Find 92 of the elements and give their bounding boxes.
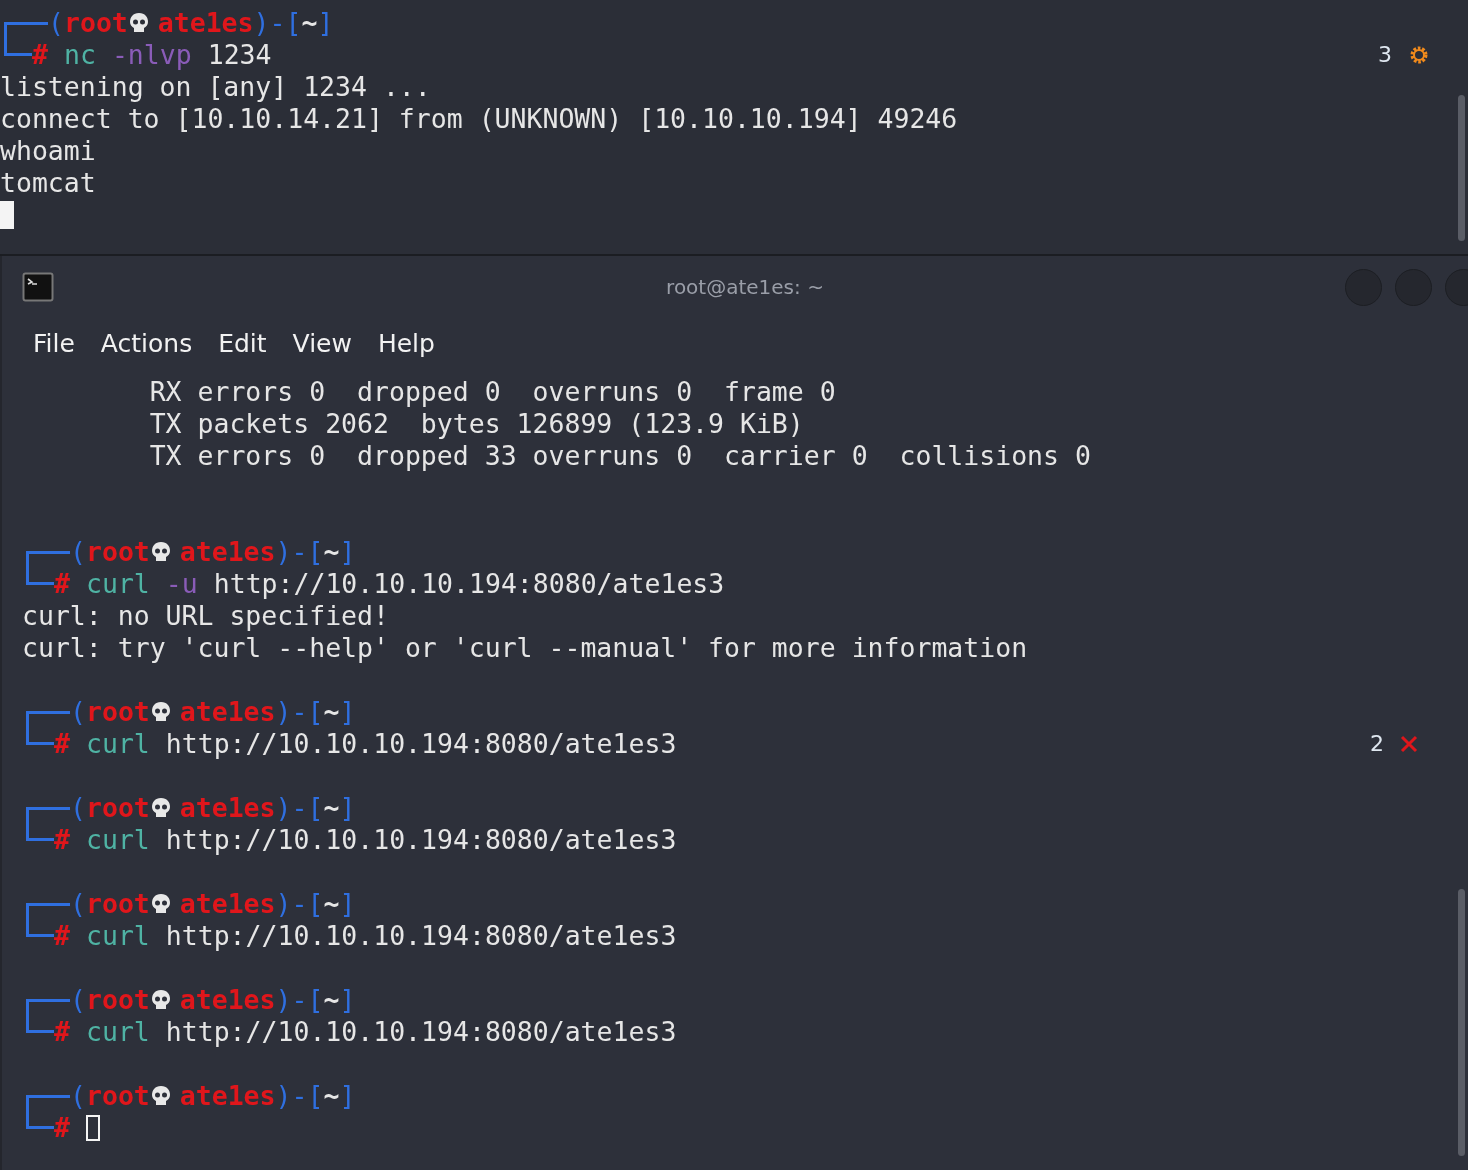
menu-item[interactable]: Edit — [205, 324, 280, 362]
close-icon — [1400, 735, 1418, 753]
prompt-directory: ~ — [323, 1080, 340, 1112]
command-token: -nlvp — [111, 39, 192, 71]
prompt-directory: ~ — [323, 888, 340, 920]
output-line: TX errors 0 dropped 33 overruns 0 carrier 0 collisions 0 — [148, 440, 1091, 472]
skull-icon — [149, 541, 172, 563]
prompt-hash: # — [54, 1112, 70, 1144]
prompt-host: ate1es — [179, 696, 276, 728]
menu-item[interactable]: Actions — [87, 324, 206, 362]
prompt-paren: ( — [70, 984, 86, 1016]
prompt-directory: ~ — [323, 984, 340, 1016]
prompt-directory: ~ — [323, 696, 340, 728]
scrollbar[interactable] — [1458, 95, 1465, 241]
window-title: root@ate1es: ~ — [666, 275, 824, 299]
command-token: http://10.10.10.194:8080/ate1es3 — [165, 824, 677, 856]
command-token: http://10.10.10.194:8080/ate1es3 — [213, 568, 725, 600]
job-count: 3 — [1378, 41, 1392, 69]
prompt-directory: ~ — [323, 792, 340, 824]
prompt-user: root — [85, 984, 150, 1016]
prompt-paren: ( — [70, 696, 86, 728]
prompt-host: ate1es — [179, 984, 276, 1016]
output-line: RX errors 0 dropped 0 overruns 0 frame 0 — [148, 376, 836, 408]
output-line: connect to [10.10.14.21] from (UNKNOWN) [10.10.10.194] 49246 — [0, 103, 958, 135]
skull-icon — [149, 989, 172, 1011]
prompt-paren: ( — [70, 1080, 86, 1112]
prompt-user: root — [63, 7, 128, 39]
prompt-paren: ] — [339, 696, 356, 728]
prompt-host: ate1es — [179, 536, 276, 568]
menu-item[interactable]: Help — [364, 324, 448, 362]
prompt-host: ate1es — [157, 7, 254, 39]
prompt-paren: ( — [70, 792, 86, 824]
prompt-hash: # — [54, 824, 70, 856]
command-token: http://10.10.10.194:8080/ate1es3 — [165, 1016, 677, 1048]
output-line: tomcat — [0, 167, 96, 199]
command-token: http://10.10.10.194:8080/ate1es3 — [165, 728, 677, 760]
terminal-icon — [22, 272, 54, 302]
prompt-user: root — [85, 696, 150, 728]
skull-icon — [127, 12, 150, 34]
prompt-paren: ( — [48, 7, 64, 39]
prompt-user: root — [85, 536, 150, 568]
prompt-user: root — [85, 888, 150, 920]
prompt-paren: )-[ — [275, 792, 324, 824]
prompt-paren: )-[ — [253, 7, 302, 39]
prompt-host: ate1es — [179, 792, 276, 824]
command-token: nc — [63, 39, 96, 71]
command-token: curl — [85, 920, 150, 952]
command-token: -u — [165, 568, 198, 600]
prompt-user: root — [85, 1080, 150, 1112]
prompt-paren: ] — [339, 536, 356, 568]
prompt-hash: # — [54, 728, 70, 760]
prompt-host: ate1es — [179, 888, 276, 920]
command-token: curl — [85, 1016, 150, 1048]
command-token: http://10.10.10.194:8080/ate1es3 — [165, 920, 677, 952]
skull-icon — [149, 1085, 172, 1107]
prompt-paren: ] — [317, 7, 334, 39]
prompt-paren: )-[ — [275, 984, 324, 1016]
output-line: whoami — [0, 135, 96, 167]
prompt-directory: ~ — [323, 536, 340, 568]
prompt-directory: ~ — [301, 7, 318, 39]
skull-icon — [149, 797, 172, 819]
command-token: curl — [85, 568, 150, 600]
prompt-paren: ( — [70, 536, 86, 568]
output-line: curl: try 'curl --help' or 'curl --manual' for more information — [22, 632, 1028, 664]
prompt-hash: # — [32, 39, 48, 71]
menu-item[interactable]: View — [279, 324, 365, 362]
prompt-paren: )-[ — [275, 1080, 324, 1112]
command-token: curl — [85, 728, 150, 760]
skull-icon — [149, 893, 172, 915]
prompt-paren: )-[ — [275, 536, 324, 568]
prompt-paren: ] — [339, 1080, 356, 1112]
output-line: listening on [any] 1234 ... — [0, 71, 431, 103]
prompt-paren: )-[ — [275, 888, 324, 920]
prompt-paren: )-[ — [275, 696, 324, 728]
prompt-hash: # — [54, 568, 70, 600]
prompt-paren: ] — [339, 984, 356, 1016]
prompt-host: ate1es — [179, 1080, 276, 1112]
command-token: 1234 — [207, 39, 272, 71]
prompt-hash: # — [54, 920, 70, 952]
exit-code: 2 — [1370, 730, 1384, 758]
output-line: curl: no URL specified! — [22, 600, 389, 632]
command-token: curl — [85, 824, 150, 856]
prompt-paren: ] — [339, 792, 356, 824]
gear-icon — [1408, 44, 1430, 66]
prompt-user: root — [85, 792, 150, 824]
prompt-paren: ] — [339, 888, 356, 920]
prompt-paren: ( — [70, 888, 86, 920]
skull-icon — [149, 701, 172, 723]
prompt-hash: # — [54, 1016, 70, 1048]
scrollbar[interactable] — [1458, 889, 1465, 1156]
output-line: TX packets 2062 bytes 126899 (123.9 KiB) — [148, 408, 804, 440]
menu-item[interactable]: File — [20, 324, 88, 362]
